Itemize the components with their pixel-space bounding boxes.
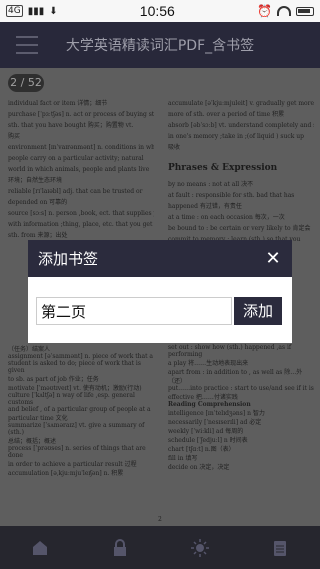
status-time: 10:56 [139, 3, 175, 19]
dialog-title: 添加书签 [38, 250, 99, 268]
dialog-header: 添加书签 ✕ [28, 240, 292, 277]
doc-line: schedule [ˈʃedjuːl] n 时间表 [168, 437, 248, 444]
doc-right-column: accumulate [əˈkjuːmjuleit] v. gradually … [160, 98, 320, 256]
doc-line: depended on 可靠的 [8, 199, 68, 206]
status-left: 4G ▮▮▮ ⬇ [6, 5, 58, 17]
doc-line: a play 将……生动地表现出来 [168, 360, 249, 367]
doc-line: environment [ɪnˈvaɪrənmənt] n. condition… [8, 144, 154, 151]
doc-line: individual fact or item 详情；细节 [8, 100, 108, 107]
signal-icon: ▮▮▮ [27, 5, 45, 17]
doc-line: （任务）结案人 [8, 346, 51, 353]
doc-line: necessarily [ˈnesɪserɪli] ad 必定 [168, 419, 262, 426]
doc-line: culture [ˈkʌltʃə] n way of life ,esp. ge… [8, 392, 135, 406]
wifi-icon [276, 6, 291, 16]
home-icon[interactable] [20, 533, 60, 563]
page-title: 大学英语精读词汇PDF_含书签 [65, 38, 255, 54]
doc-line: effective 把……付诸实践 [168, 394, 238, 401]
brightness-icon[interactable] [180, 533, 220, 563]
doc-line: student is asked to do; piece of work th… [8, 360, 141, 374]
doc-line: fill in 填写 [168, 455, 198, 462]
doc-line: in order to achieve a particular result … [8, 461, 137, 468]
status-bar: 4G ▮▮▮ ⬇ 10:56 ⏰ [0, 0, 320, 22]
dialog-body: 添加 [28, 277, 292, 325]
doc-page-number: 2 [158, 516, 162, 523]
doc-line: source [sɔːs] n. person ,book, ect. that… [8, 210, 154, 217]
doc-line: and belief , of a particular group of pe… [8, 406, 151, 413]
doc-line: reliable [rɪˈlaɪəbl] adj. that can be tr… [8, 188, 143, 195]
title-bar: 大学英语精读词汇PDF_含书签 [0, 22, 320, 68]
lock-icon[interactable] [100, 533, 140, 563]
page-indicator: 2 / 52 [8, 74, 44, 92]
document-lower: （任务）结案人 assignment [əˈsaɪnmənt] n. piece… [0, 344, 320, 477]
doc-line: at a time : on each occasion 每次，一次 [168, 214, 285, 221]
doc-line: set out : show how (sth.) happened ,as i… [168, 344, 292, 358]
doc-line: happened 有过错，有责任 [168, 203, 242, 210]
doc-line: accumulation [əˌkjuːmjuˈleɪʃən] n. 积累 [8, 470, 124, 477]
close-icon[interactable]: ✕ [264, 248, 282, 269]
doc-line: intelligence [ɪnˈtelɪdʒəns] n 智力 [168, 410, 265, 417]
doc-line: people carry on a particular activity; n… [8, 155, 144, 162]
doc-line: absorb [əbˈsɔːb] vt. understand complete… [168, 122, 314, 129]
doc-line: at fault : responsible for sth. bad that… [168, 192, 295, 199]
menu-icon[interactable] [16, 36, 38, 54]
bookmark-name-input[interactable] [36, 297, 232, 325]
notification-icon: ⬇ [49, 5, 58, 17]
document-upper: individual fact or item 详情；细节 purchase [… [0, 98, 320, 256]
doc-line: with information ;thing, place, etc. tha… [8, 221, 153, 228]
doc-line: in one's memory ;take in ;(of liquid ) s… [168, 133, 304, 140]
doc-line: particular time 文化 [8, 415, 68, 422]
doc-line: assignment [əˈsaɪnmənt] n. piece of work… [8, 353, 153, 360]
status-right: ⏰ [257, 4, 314, 18]
doc-line: apart from : in addition to , as well as… [168, 369, 303, 385]
battery-icon [295, 6, 314, 16]
doc-line: weekly [ˈwiːkli] ad 每周的 [168, 428, 244, 435]
section-heading: Phrases & Expression [168, 163, 278, 173]
doc-line: accumulate [əˈkjuːmjuleit] v. gradually … [168, 100, 314, 107]
doc-line: be bound to : be certain or very likely … [168, 225, 311, 232]
doc-line: world in which animals, people and plant… [8, 166, 150, 173]
network-badge: 4G [6, 5, 23, 17]
doc-right-column-lower: set out : show how (sth.) happened ,as i… [160, 344, 320, 477]
doc-line: to sb. as part of job 作业；任务 [8, 376, 99, 383]
notes-icon[interactable] [260, 533, 300, 563]
doc-line: put……into practice : start to use/and se… [168, 385, 314, 392]
doc-line: sth. that you have bought 购买；购置物 vt. [8, 122, 134, 129]
doc-line: more of sth. over a period of time 积累 [168, 111, 285, 118]
doc-left-column: individual fact or item 详情；细节 purchase [… [0, 98, 160, 256]
doc-line: motivate [ˈməʊtɪveɪt] vt. 使有动机；激励(行动) [8, 385, 142, 392]
alarm-icon: ⏰ [257, 4, 272, 18]
add-bookmark-dialog: 添加书签 ✕ 添加 [28, 240, 292, 343]
doc-line: process [ˈprəʊses] n. series of things t… [8, 445, 146, 459]
doc-line: 环境；自然生态环境 [8, 177, 63, 184]
doc-line: 总结；概括；概述 [8, 438, 57, 445]
doc-left-column-lower: （任务）结案人 assignment [əˈsaɪnmənt] n. piece… [0, 344, 160, 477]
section-heading: Reading Comprehension [168, 401, 251, 408]
doc-line: decide on 决定，决定 [168, 464, 230, 471]
doc-line: chart [tʃɑːt] n.图（表） [168, 446, 235, 453]
bottom-toolbar [0, 526, 320, 569]
add-bookmark-button[interactable]: 添加 [234, 297, 282, 325]
doc-line: 购买 [8, 133, 21, 140]
doc-line: by no means : not at all 决不 [168, 181, 254, 188]
doc-line: purchase [ˈpɜːtʃəs] n. act or process of… [8, 111, 154, 118]
doc-line: summarize [ˈsʌməraɪz] vt. give a summary… [8, 422, 145, 436]
doc-line: 吸收 [168, 144, 181, 151]
